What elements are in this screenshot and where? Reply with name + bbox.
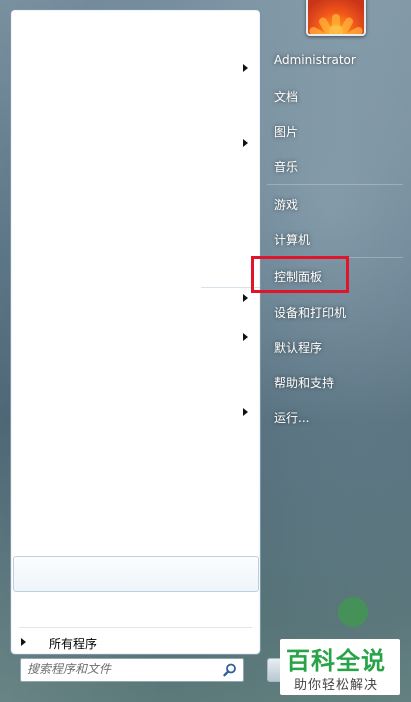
arrow-right-icon	[21, 638, 26, 646]
menu-item-music[interactable]: 音乐	[274, 158, 298, 175]
menu-item-computer[interactable]: 计算机	[274, 231, 310, 248]
menu-item-devices-printers[interactable]: 设备和打印机	[274, 304, 346, 321]
site-logo: 百科全说 助你轻松解决	[280, 639, 400, 695]
divider	[267, 184, 403, 185]
jumplist-arrow-icon[interactable]	[243, 333, 248, 341]
jumplist-arrow-icon[interactable]	[243, 139, 248, 147]
highlight-box	[251, 256, 349, 293]
menu-item-pictures[interactable]: 图片	[274, 123, 298, 140]
jumplist-arrow-icon[interactable]	[243, 294, 248, 302]
user-avatar[interactable]	[306, 0, 366, 36]
menu-item-default-programs[interactable]: 默认程序	[274, 339, 322, 356]
menu-item-run[interactable]: 运行...	[274, 409, 309, 426]
all-programs-label: 所有程序	[49, 637, 98, 651]
search-box[interactable]	[20, 658, 244, 682]
programs-pane: 所有程序	[10, 9, 261, 655]
recent-item-highlight[interactable]	[13, 556, 259, 592]
menu-item-help-support[interactable]: 帮助和支持	[274, 374, 334, 391]
logo-subtitle: 助你轻松解决	[294, 678, 379, 693]
menu-item-games[interactable]: 游戏	[274, 196, 298, 213]
menu-item-documents[interactable]: 文档	[274, 88, 298, 105]
divider	[19, 627, 252, 628]
logo-title: 百科全说	[286, 647, 386, 675]
jumplist-arrow-icon[interactable]	[243, 64, 248, 72]
all-programs-button[interactable]: 所有程序	[19, 632, 249, 652]
search-icon[interactable]	[222, 662, 238, 678]
search-input[interactable]	[27, 661, 213, 677]
background-decoration	[338, 597, 368, 627]
jumplist-arrow-icon[interactable]	[243, 408, 248, 416]
user-name-link[interactable]: Administrator	[274, 53, 356, 67]
